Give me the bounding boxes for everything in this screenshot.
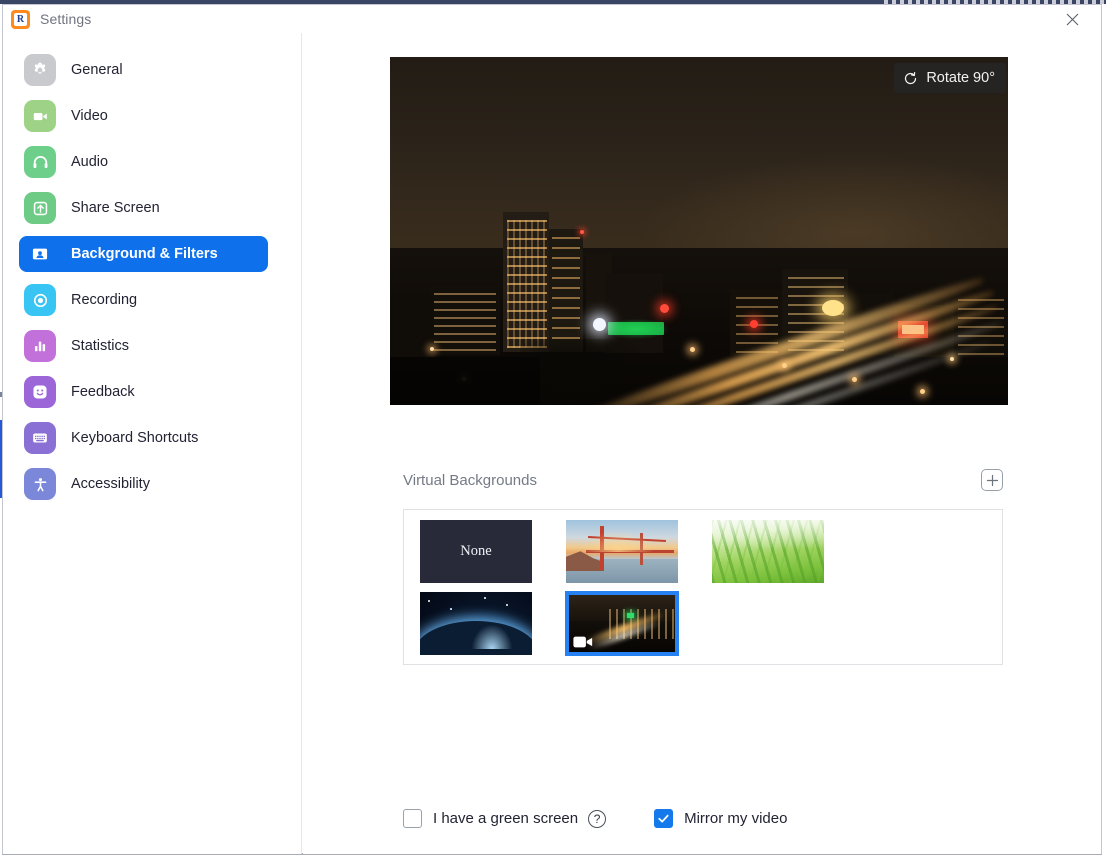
window-content: General Video Audio Share Screen Backgro… [3,33,1101,854]
question-mark-icon[interactable]: ? [588,809,607,828]
close-icon[interactable] [1051,5,1093,33]
app-logo-r-icon: R [11,9,30,29]
background-thumbnail-golden-gate[interactable] [566,520,678,583]
virtual-backgrounds-header: Virtual Backgrounds [403,469,1003,491]
app-logo-letter: R [14,12,27,26]
upload-arrow-icon [24,192,56,224]
plus-square-icon[interactable] [981,469,1003,491]
video-camera-badge-icon [572,634,594,649]
sidebar-item-label: Accessibility [71,476,150,492]
sidebar-item-label: Background & Filters [71,246,218,262]
person-card-icon [24,238,56,270]
mirror-video-checkbox[interactable] [654,809,674,828]
sidebar-item-background-and-filters[interactable]: Background & Filters [19,236,268,272]
background-thumbnail-label: None [460,543,492,559]
title-bar: R Settings [3,5,1101,33]
sidebar-nav-list: General Video Audio Share Screen Backgro… [3,46,301,512]
preview-options-row: I have a green screen ? Mirror my video [403,809,817,828]
rotate-ccw-icon [903,71,918,86]
sidebar-item-video[interactable]: Video [19,98,268,134]
mirror-video-option[interactable]: Mirror my video [654,809,787,828]
sidebar-item-label: Audio [71,154,109,170]
sidebar-item-label: Share Screen [71,200,160,216]
rotate-90-label: Rotate 90° [926,70,995,86]
sidebar-item-label: General [71,62,123,78]
bar-chart-icon [24,330,56,362]
sidebar-item-statistics[interactable]: Statistics [19,328,268,364]
question-mark-glyph: ? [593,811,601,826]
virtual-backgrounds-title: Virtual Backgrounds [403,471,537,489]
video-preview[interactable]: Rotate 90° [390,57,1008,405]
settings-window-root: R Settings General Video Audio Share Scr… [0,0,1106,863]
green-screen-option[interactable]: I have a green screen ? [403,809,607,828]
background-and-filters-panel: Rotate 90° Virtual Backgrounds None I ha… [303,33,1101,854]
green-screen-checkbox[interactable] [403,809,422,828]
sidebar-item-share-screen[interactable]: Share Screen [19,190,268,226]
background-thumbnail-none[interactable]: None [420,520,532,583]
settings-sidebar: General Video Audio Share Screen Backgro… [3,33,302,854]
sidebar-item-label: Statistics [71,338,130,354]
green-screen-label: I have a green screen [433,810,579,827]
sidebar-item-audio[interactable]: Audio [19,144,268,180]
accessibility-icon [24,468,56,500]
window-title: Settings [40,11,92,27]
settings-window: R Settings General Video Audio Share Scr… [2,4,1102,855]
background-thumbnail-city-night[interactable] [565,591,679,656]
gear-icon [24,54,56,86]
sidebar-item-label: Keyboard Shortcuts [71,430,199,446]
virtual-backgrounds-grid: None [403,509,1003,665]
sidebar-item-label: Recording [71,292,138,308]
mirror-video-label: Mirror my video [684,810,788,827]
headphones-icon [24,146,56,178]
rotate-90-button[interactable]: Rotate 90° [894,63,1006,93]
keyboard-icon [24,422,56,454]
record-circle-icon [24,284,56,316]
preview-skyline [390,57,1008,405]
sidebar-item-keyboard-shortcuts[interactable]: Keyboard Shortcuts [19,420,268,456]
sidebar-item-accessibility[interactable]: Accessibility [19,466,268,502]
sidebar-item-label: Video [71,108,108,124]
sidebar-item-recording[interactable]: Recording [19,282,268,318]
sidebar-item-label: Feedback [71,384,135,400]
smiley-face-icon [24,376,56,408]
background-thumbnail-earth[interactable] [420,592,532,655]
video-camera-icon [24,100,56,132]
sidebar-item-feedback[interactable]: Feedback [19,374,268,410]
background-thumbnail-grass[interactable] [712,520,824,583]
sidebar-item-general[interactable]: General [19,52,268,88]
